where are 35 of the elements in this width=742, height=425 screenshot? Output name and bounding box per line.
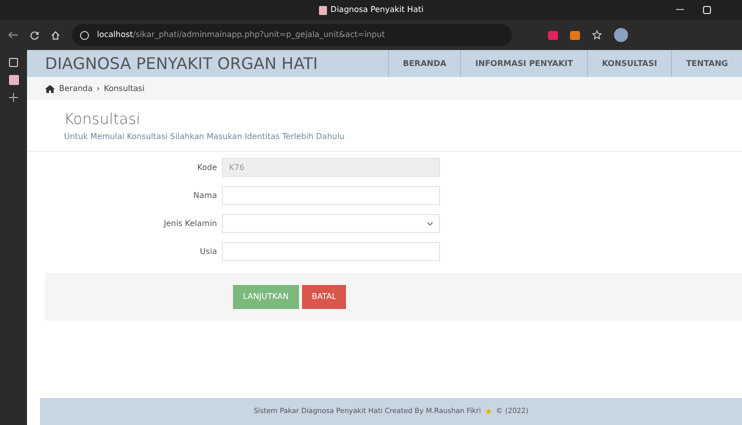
chevron-down-icon: [427, 222, 433, 226]
cancel-button[interactable]: BATAL: [302, 285, 346, 309]
input-field[interactable]: [222, 186, 440, 205]
extension-icon[interactable]: [548, 30, 558, 40]
field-label: Jenis Kelamin: [162, 218, 217, 230]
site-title: DIAGNOSA PENYAKIT ORGAN HATI: [44, 52, 319, 74]
home-icon[interactable]: [51, 30, 60, 40]
favicon-icon: [318, 6, 327, 14]
profile-avatar[interactable]: [614, 28, 628, 42]
breadcrumb-separator: ›: [96, 82, 100, 94]
favorites-icon[interactable]: [592, 30, 602, 40]
breadcrumb-link[interactable]: Beranda: [59, 82, 93, 94]
home-icon: [45, 84, 55, 92]
url-host: localhost: [97, 30, 133, 39]
back-icon[interactable]: [8, 31, 18, 39]
select-field[interactable]: [222, 214, 440, 233]
star-icon: [484, 408, 492, 415]
page-subtitle: Untuk Memulai Konsultasi Silahkan Masukan Identitas Terlebih Dahulu: [64, 130, 346, 143]
url-path: /sikar_phati/adminmainapp.php?unit=p_gejala_unit&act=input: [132, 30, 385, 39]
field-label: Usia: [198, 246, 217, 258]
breadcrumb-link[interactable]: Konsultasi: [104, 82, 145, 94]
input-field[interactable]: [222, 242, 440, 261]
address-bar[interactable]: localhost/sikar_phati/adminmainapp.php?unit=p_gejala_unit&act=input: [72, 24, 512, 46]
refresh-icon[interactable]: [30, 30, 39, 40]
restore-icon[interactable]: [703, 6, 711, 14]
input-field: K76: [222, 158, 440, 177]
page-title: Konsultasi: [64, 110, 142, 129]
new-tab-icon[interactable]: [9, 93, 18, 102]
field-label: Kode: [196, 162, 217, 174]
extension-icon[interactable]: [570, 30, 580, 40]
field-label: Nama: [192, 190, 217, 202]
favicon-icon[interactable]: [8, 75, 18, 85]
window-title: Diagnosa Penyakit Hati: [330, 4, 424, 16]
info-icon: [80, 30, 89, 40]
tab-icon[interactable]: [9, 58, 18, 67]
